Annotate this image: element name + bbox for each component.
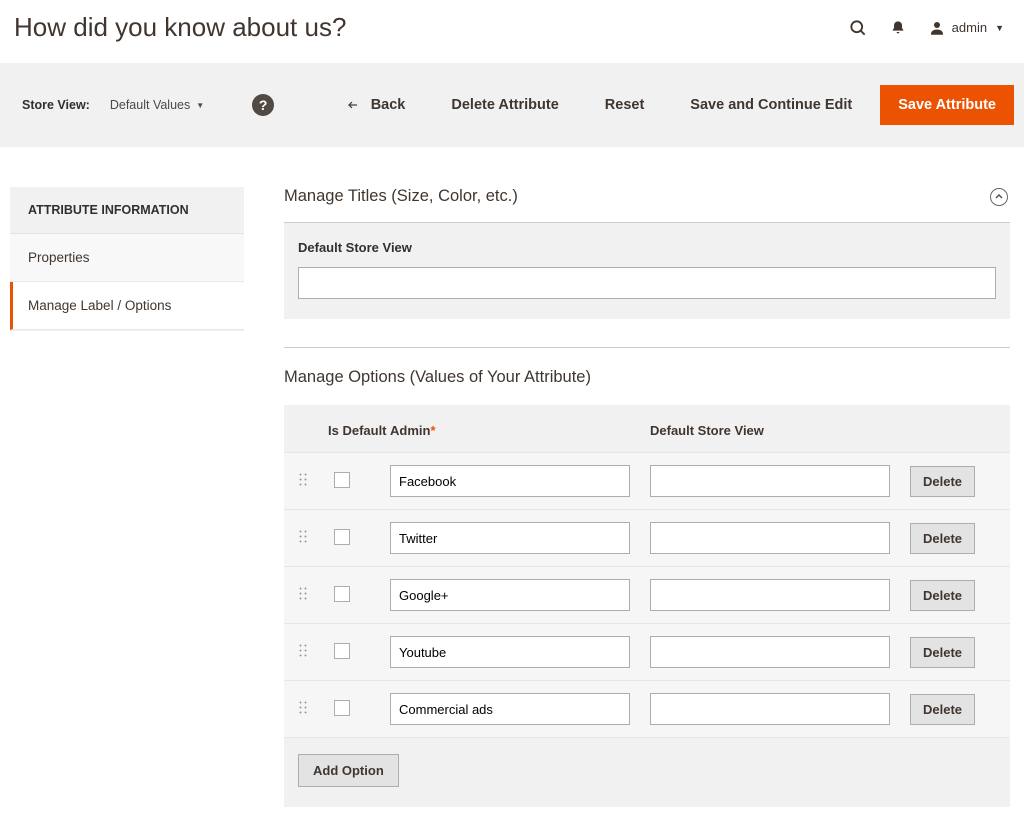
delete-option-button[interactable]: Delete: [910, 466, 975, 497]
options-header-row: Is Default Admin* Default Store View: [284, 405, 1010, 452]
top-header: How did you know about us? admin ▼: [0, 0, 1024, 63]
search-icon[interactable]: [848, 18, 868, 38]
chevron-down-icon: ▼: [995, 23, 1004, 33]
manage-titles-header: Manage Titles (Size, Color, etc.): [284, 187, 1010, 223]
drag-handle-icon[interactable]: [298, 700, 308, 716]
back-label: Back: [371, 97, 406, 113]
user-menu[interactable]: admin ▼: [928, 19, 1004, 37]
col-is-default: Is Default: [328, 423, 390, 438]
option-row: Delete: [284, 680, 1010, 737]
store-input[interactable]: [650, 465, 890, 497]
sidebar-title: ATTRIBUTE INFORMATION: [10, 187, 244, 234]
admin-input[interactable]: [390, 579, 630, 611]
reset-button[interactable]: Reset: [587, 87, 663, 123]
store-input[interactable]: [650, 522, 890, 554]
save-continue-button[interactable]: Save and Continue Edit: [672, 87, 870, 123]
chevron-down-icon: ▼: [196, 101, 204, 110]
admin-input[interactable]: [390, 465, 630, 497]
sidebar-item-properties[interactable]: Properties: [10, 234, 244, 282]
action-bar: Store View: Default Values ▼ ? Back Dele…: [0, 63, 1024, 147]
delete-option-button[interactable]: Delete: [910, 637, 975, 668]
store-input[interactable]: [650, 693, 890, 725]
page-title: How did you know about us?: [14, 12, 346, 43]
help-icon[interactable]: ?: [252, 94, 274, 116]
is-default-checkbox[interactable]: [334, 700, 350, 716]
is-default-checkbox[interactable]: [334, 643, 350, 659]
add-option-button[interactable]: Add Option: [298, 754, 399, 787]
save-attribute-button[interactable]: Save Attribute: [880, 85, 1014, 125]
store-input[interactable]: [650, 579, 890, 611]
is-default-checkbox[interactable]: [334, 472, 350, 488]
is-default-checkbox[interactable]: [334, 529, 350, 545]
sidebar-item-manage-label-options[interactable]: Manage Label / Options: [10, 282, 244, 330]
collapse-icon[interactable]: [990, 188, 1008, 206]
add-option-row: Add Option: [284, 737, 1010, 787]
bell-icon[interactable]: [890, 19, 906, 37]
store-view-value: Default Values: [110, 98, 190, 112]
store-input[interactable]: [650, 636, 890, 668]
admin-input[interactable]: [390, 693, 630, 725]
sidebar: ATTRIBUTE INFORMATION Properties Manage …: [10, 187, 244, 330]
drag-handle-icon[interactable]: [298, 472, 308, 488]
drag-handle-icon[interactable]: [298, 643, 308, 659]
drag-handle-icon[interactable]: [298, 529, 308, 545]
manage-options-title: Manage Options (Values of Your Attribute…: [284, 348, 1010, 405]
user-icon: [928, 19, 946, 37]
manage-options-panel: Is Default Admin* Default Store View Del…: [284, 405, 1010, 807]
admin-input[interactable]: [390, 522, 630, 554]
delete-option-button[interactable]: Delete: [910, 580, 975, 611]
default-store-view-input[interactable]: [298, 267, 996, 299]
option-row: Delete: [284, 452, 1010, 509]
drag-handle-icon[interactable]: [298, 586, 308, 602]
required-star: *: [430, 423, 435, 438]
content: ATTRIBUTE INFORMATION Properties Manage …: [0, 147, 1024, 827]
delete-option-button[interactable]: Delete: [910, 523, 975, 554]
back-button[interactable]: Back: [327, 87, 424, 123]
manage-titles-panel: Default Store View: [284, 223, 1010, 319]
header-icons: admin ▼: [848, 18, 1004, 38]
delete-attribute-button[interactable]: Delete Attribute: [433, 87, 576, 123]
option-row: Delete: [284, 509, 1010, 566]
main: Manage Titles (Size, Color, etc.) Defaul…: [284, 187, 1010, 807]
user-label: admin: [952, 20, 987, 35]
option-row: Delete: [284, 623, 1010, 680]
admin-input[interactable]: [390, 636, 630, 668]
col-default-store-view: Default Store View: [650, 423, 900, 438]
is-default-checkbox[interactable]: [334, 586, 350, 602]
arrow-left-icon: [345, 99, 361, 111]
col-admin: Admin*: [390, 423, 640, 438]
default-store-view-label: Default Store View: [298, 236, 996, 267]
store-view-select[interactable]: Default Values ▼: [100, 98, 214, 112]
option-row: Delete: [284, 566, 1010, 623]
manage-titles-title: Manage Titles (Size, Color, etc.): [284, 187, 518, 206]
delete-option-button[interactable]: Delete: [910, 694, 975, 725]
store-view-label: Store View:: [22, 98, 90, 112]
